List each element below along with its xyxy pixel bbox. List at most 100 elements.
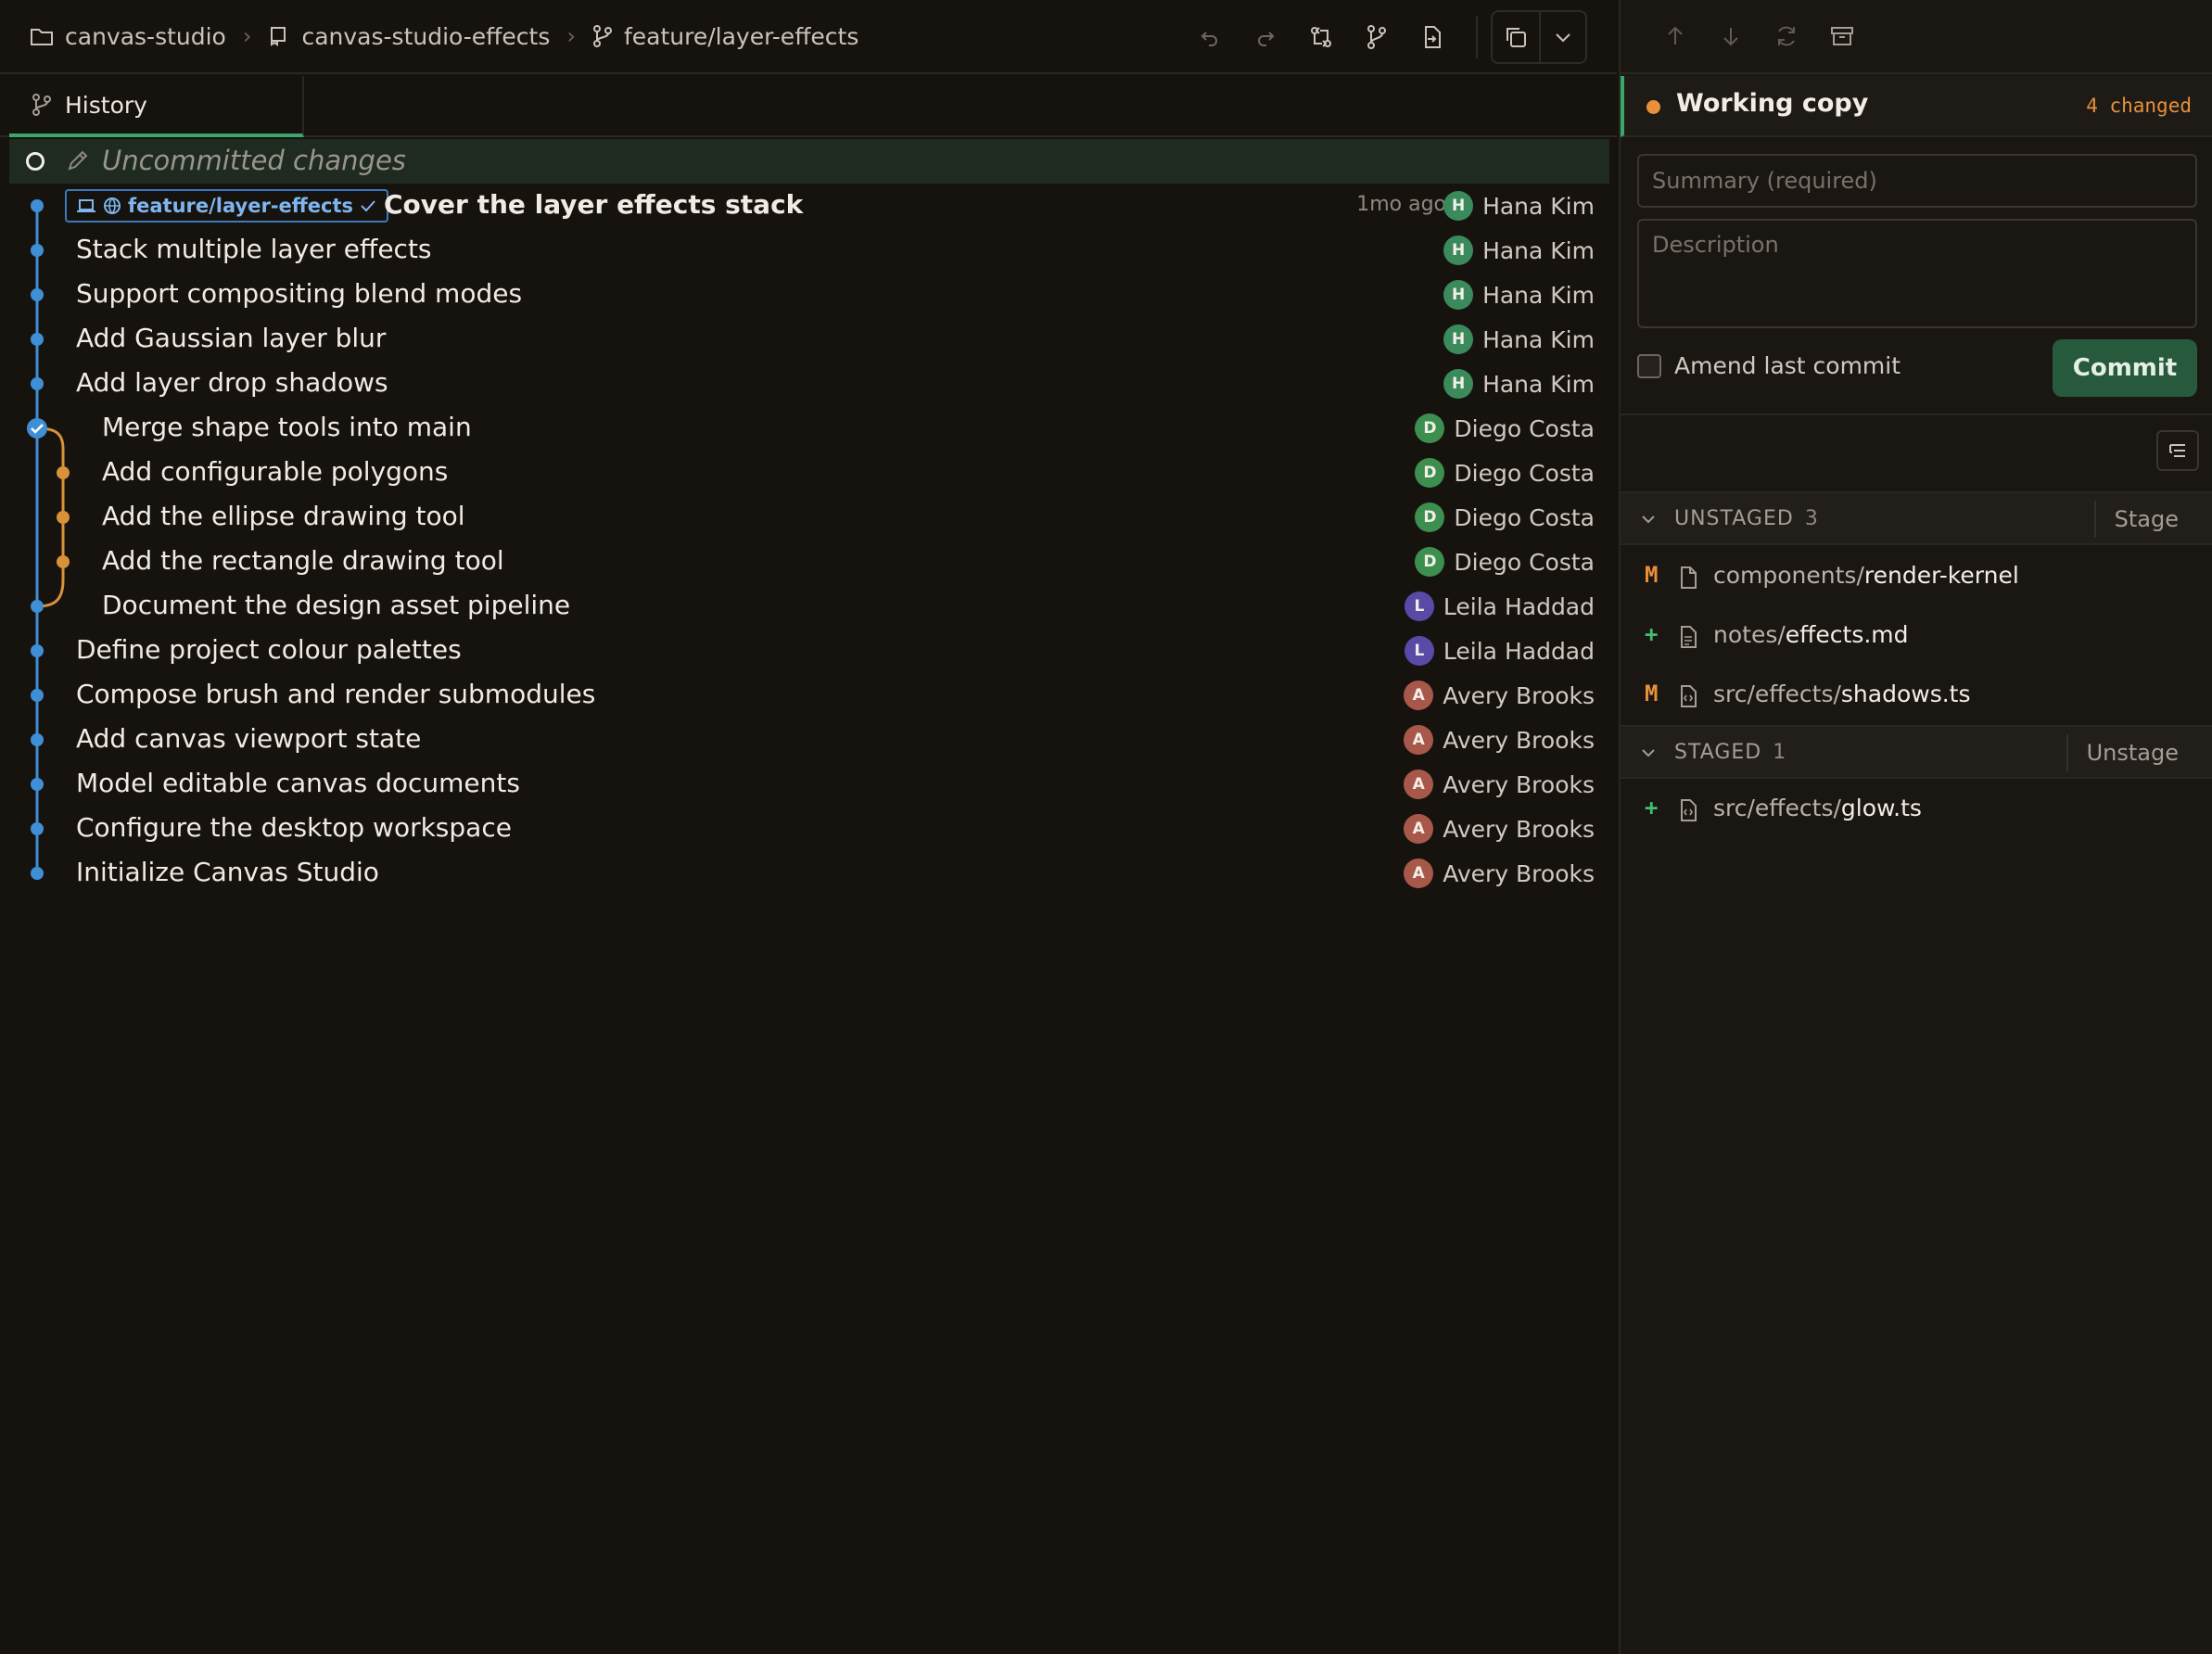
app-window: canvas-studio › canvas-studio-effects › … [0,0,2212,1654]
file-icon [1678,566,1698,596]
commit-message: Initialize Canvas Studio [76,857,379,887]
commit-row[interactable]: Merge shape tools into main D Diego Costa [0,406,1617,451]
chevron-down-icon[interactable] [1539,12,1585,62]
commit-row[interactable]: Add layer drop shadows H Hana Kim [0,362,1617,406]
tab-history-label: History [65,91,147,119]
checkbox[interactable] [1637,353,1661,378]
file-path: notes/effects.md [1713,621,1909,648]
staged-label: STAGED 1 [1674,741,1786,764]
uncommitted-changes-row[interactable]: Uncommitted changes [9,139,1609,184]
breadcrumb-separator: › [566,23,576,49]
commit-row[interactable]: Compose brush and render submodules A Aver… [0,673,1617,718]
commit-row[interactable]: Add the ellipse drawing tool D Diego Costa [0,495,1617,540]
summary-input[interactable] [1637,154,2197,208]
avatar: H [1443,324,1474,354]
commit-row[interactable]: Define project colour palettes L Leila Had… [0,629,1617,673]
archive-icon[interactable] [1823,17,1862,56]
globe-icon [104,197,121,214]
file-row[interactable]: Mcomponents/render-kernel [1621,549,2212,606]
commit-row[interactable]: Add Gaussian layer blur H Hana Kim [0,317,1617,362]
commit-time: 1mo ago [1356,193,1446,216]
toolbar [1190,0,1617,74]
commit-message: Cover the layer effects stack [384,189,804,220]
commit-panel: Working copy 4 changed Amend last commit… [1619,0,2212,1654]
avatar: H [1443,191,1474,221]
author-name: Diego Costa [1454,503,1595,531]
unstaged-section-header[interactable]: UNSTAGED 3 Stage [1621,491,2212,545]
breadcrumb-repo[interactable]: canvas-studio [30,23,226,50]
file-path: components/render-kernel [1713,562,2019,589]
stage-button[interactable]: Stage [2093,501,2197,538]
section-name: UNSTAGED [1674,507,1794,530]
author-name: Hana Kim [1482,370,1595,398]
file-row[interactable]: + src/effects/glow.ts [1621,782,2212,839]
commit-message: Add layer drop shadows [76,367,388,398]
commit-message: Add configurable polygons [102,456,449,487]
commit-row[interactable]: Support compositing blend modes H Hana Kim [0,273,1617,317]
avatar: L [1404,636,1434,666]
uncommitted-label: Uncommitted changes [102,145,406,176]
commit-author: L Leila Haddad [1404,592,1595,621]
breadcrumb-worktree[interactable]: canvas-studio-effects [268,23,550,50]
section-count: 1 [1773,741,1787,764]
file-row[interactable]: + notes/effects.md [1621,608,2212,666]
commit-row[interactable]: Stack multiple layer effects H Hana Kim [0,228,1617,273]
file-name: render-kernel [1863,562,2019,589]
unstage-button[interactable]: Unstage [2066,734,2197,771]
check-icon [361,200,375,212]
commit-row[interactable]: Add configurable polygons D Diego Costa [0,451,1617,495]
avatar: A [1404,859,1434,888]
compare-icon[interactable] [1302,18,1341,57]
commit-message: Configure the desktop workspace [76,812,512,843]
avatar: D [1415,503,1445,532]
file-code-icon [1678,684,1698,715]
arrow-up-icon[interactable] [1656,17,1695,56]
breadcrumb-branch[interactable]: feature/layer-effects [592,23,858,50]
commit-button[interactable]: Commit [2053,339,2197,397]
laptop-icon [77,199,95,212]
amend-checkbox[interactable]: Amend last commit [1637,352,1901,379]
commit-row[interactable]: Document the design asset pipeline L Leila… [0,584,1617,629]
commit-author: D Diego Costa [1415,414,1595,443]
commit-message: Merge shape tools into main [102,412,472,442]
author-name: Avery Brooks [1443,726,1595,754]
redo-icon[interactable] [1246,18,1285,57]
commit-author: H Hana Kim [1443,369,1595,399]
commit-row[interactable]: Add the rectangle drawing tool D Diego Cos… [0,540,1617,584]
changed-count: 4 changed [2086,95,2192,117]
tab-history[interactable]: History [9,76,304,137]
commit-author: D Diego Costa [1415,458,1595,488]
author-name: Avery Brooks [1443,770,1595,798]
branch-tag[interactable]: feature/layer-effects [65,189,389,223]
staged-section-header[interactable]: STAGED 1 Unstage [1621,725,2212,779]
chevron-down-icon [1642,515,1655,524]
commit-row[interactable]: Configure the desktop workspace A Avery Br… [0,807,1617,851]
author-name: Hana Kim [1482,325,1595,353]
description-input[interactable] [1637,219,2197,328]
refresh-icon[interactable] [1767,17,1806,56]
file-export-icon[interactable] [1413,18,1452,57]
commit-row[interactable]: Model editable canvas documents A Avery Br… [0,762,1617,807]
file-name: glow.ts [1840,795,1922,821]
avatar: A [1404,725,1434,755]
file-row[interactable]: Msrc/effects/shadows.ts [1621,668,2212,725]
author-name: Diego Costa [1454,459,1595,487]
author-name: Avery Brooks [1443,681,1595,709]
avatar: A [1404,770,1434,799]
list-view-toggle[interactable] [2156,430,2199,471]
commit-row[interactable]: Initialize Canvas Studio A Avery Brooks [0,851,1617,896]
copy-icon[interactable] [1493,12,1539,62]
commit-author: L Leila Haddad [1404,636,1595,666]
commit-author: H Hana Kim [1443,280,1595,310]
arrow-down-icon[interactable] [1711,17,1750,56]
commit-author: D Diego Costa [1415,547,1595,577]
avatar: H [1443,280,1474,310]
file-dir: src/effects/ [1713,795,1841,821]
file-dir: src/effects/ [1713,681,1841,707]
file-name: effects.md [1785,621,1909,648]
undo-icon[interactable] [1190,18,1229,57]
commit-row[interactable]: Add canvas viewport state A Avery Brooks [0,718,1617,762]
commit-row-head[interactable]: feature/layer-effects Cover the layer ef… [0,184,1617,228]
status-dot [1646,100,1660,114]
branch-icon[interactable] [1357,18,1396,57]
